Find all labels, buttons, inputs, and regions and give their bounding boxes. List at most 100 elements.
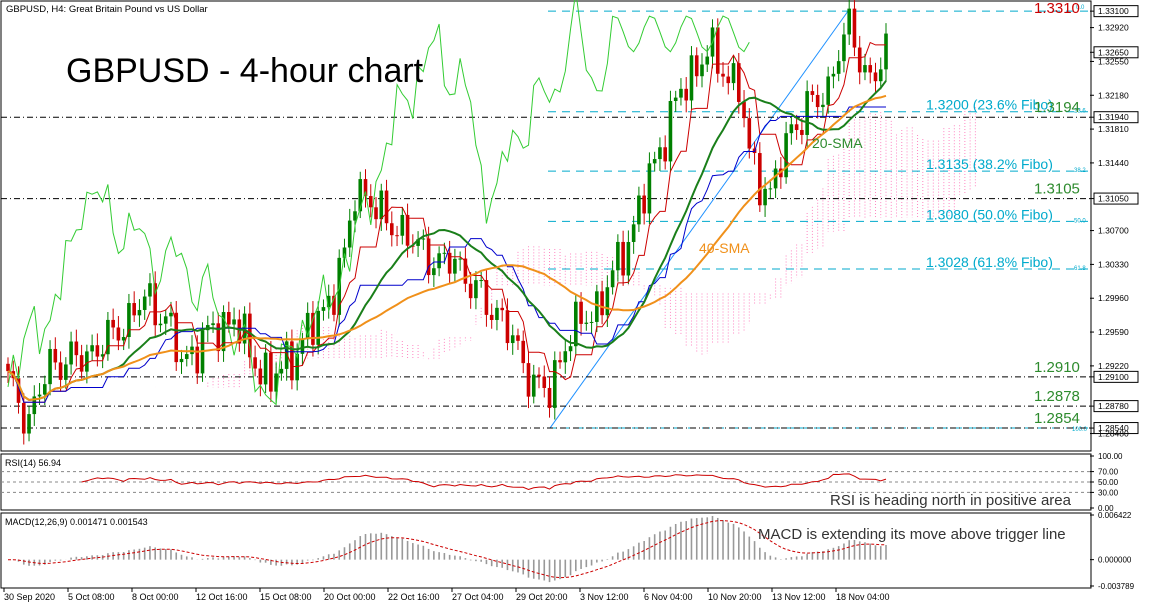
candle (584, 310, 589, 331)
candle (458, 251, 462, 271)
candle (453, 248, 457, 282)
fibo-level-label: 1.3080 (50.0% Fibo) (926, 206, 1053, 222)
candle (347, 208, 352, 257)
fibo-level-small: 61.8 (1074, 266, 1086, 272)
candle (847, 0, 851, 45)
y-tick-label: 1.29960 (1098, 293, 1129, 303)
rsi-y-tick: 50.00 (1098, 478, 1119, 487)
candle (79, 344, 84, 379)
candle (647, 152, 652, 225)
candle (90, 334, 94, 361)
candle (121, 328, 126, 351)
x-tick-label: 8 Oct 00:00 (132, 592, 179, 602)
x-tick-label: 5 Oct 08:00 (68, 592, 115, 602)
candle (784, 121, 788, 184)
candle (726, 65, 731, 95)
candle (400, 207, 405, 245)
macd-title: MACD(12,26,9) 0.001471 0.001543 (5, 517, 148, 527)
macd-annotation: MACD is extending its move above trigger… (758, 526, 1066, 543)
candle (174, 301, 179, 371)
x-tick-label: 3 Nov 12:00 (580, 592, 629, 602)
macd-y-tick: -0.003789 (1098, 582, 1135, 591)
candle (258, 359, 263, 397)
candle (274, 362, 278, 403)
candle (179, 349, 184, 374)
candle (542, 365, 547, 398)
sma40-label: 40-SMA (699, 240, 750, 256)
candle (616, 234, 620, 282)
candle (742, 90, 746, 128)
candle (263, 344, 268, 394)
candle (589, 311, 594, 335)
time-axis: 30 Sep 2020 5 Oct 08:00 8 Oct 00:00 12 Oct … (3, 588, 890, 602)
candle (58, 351, 63, 392)
sma20-line (7, 80, 887, 402)
candle (374, 197, 378, 229)
candle (805, 80, 809, 147)
candle (395, 225, 399, 247)
candle (610, 260, 615, 295)
x-tick-label: 18 Nov 04:00 (836, 592, 890, 602)
level-label: 1.2854 (1034, 410, 1080, 427)
candle (106, 311, 110, 361)
y-tick-label: 1.30330 (1098, 259, 1129, 269)
level-label: 1.3194 (1034, 99, 1080, 116)
candle (642, 183, 646, 225)
rsi-y-tick: 100.00 (1098, 452, 1123, 461)
fibo-level-label: 1.3028 (61.8% Fibo) (926, 254, 1053, 270)
candle (111, 308, 115, 340)
candle (27, 406, 31, 442)
candle (232, 307, 236, 337)
y-tick-label: 1.30700 (1098, 226, 1129, 236)
candle (789, 116, 794, 145)
candle (384, 179, 389, 231)
candle (468, 272, 473, 309)
sma20-label: 20-SMA (812, 135, 863, 151)
candle (689, 46, 694, 109)
candle (868, 57, 873, 84)
candle (211, 311, 215, 333)
candle (842, 22, 846, 73)
rsi-annotation: RSI is heading north in positive area (830, 492, 1072, 509)
candle (857, 35, 862, 85)
candle (810, 84, 815, 102)
y-tick-label: 1.31050 (1098, 194, 1129, 204)
candle (516, 328, 520, 350)
candle (69, 331, 73, 375)
candle (142, 289, 147, 320)
candle (574, 294, 578, 356)
candle (884, 23, 888, 82)
y-tick-label: 1.31810 (1098, 124, 1129, 134)
macd-y-tick: 0.006422 (1098, 511, 1132, 520)
y-tick-label: 1.29100 (1098, 372, 1129, 382)
candle (32, 385, 37, 426)
candle (489, 303, 494, 329)
level-label: 1.3310 (1034, 0, 1080, 17)
x-tick-label: 15 Oct 08:00 (260, 592, 312, 602)
candle (694, 47, 699, 87)
x-tick-label: 27 Oct 04:00 (452, 592, 504, 602)
candle (831, 66, 836, 89)
candle (184, 345, 189, 367)
chart-root: 0.0 100.0 1.3200 (23.6% Fibo) 23.6 1.3135 (3… (0, 0, 1149, 607)
candle (658, 137, 662, 171)
candle (526, 351, 531, 409)
y-tick-label: 1.31940 (1098, 112, 1129, 122)
y-tick-label: 1.32180 (1098, 90, 1129, 100)
level-label: 1.2910 (1034, 359, 1080, 376)
macd-panel-frame (0, 512, 1092, 589)
candle (626, 230, 631, 285)
candle (421, 229, 426, 250)
candle (758, 142, 762, 212)
candle (253, 345, 257, 377)
symbol-info: GBPUSD, H4: Great Britain Pound vs US Do… (6, 4, 208, 15)
candle (721, 61, 725, 87)
chart-canvas: 0.0100.01.3200 (23.6% Fibo) 23.61.3135 (3… (0, 0, 1139, 602)
fibo-level-small: 38.2 (1074, 168, 1086, 174)
candle (137, 299, 142, 327)
candle (127, 293, 131, 349)
candle (74, 329, 79, 367)
y-tick-label: 1.29590 (1098, 327, 1129, 337)
candle (684, 77, 689, 113)
candle (836, 50, 841, 82)
